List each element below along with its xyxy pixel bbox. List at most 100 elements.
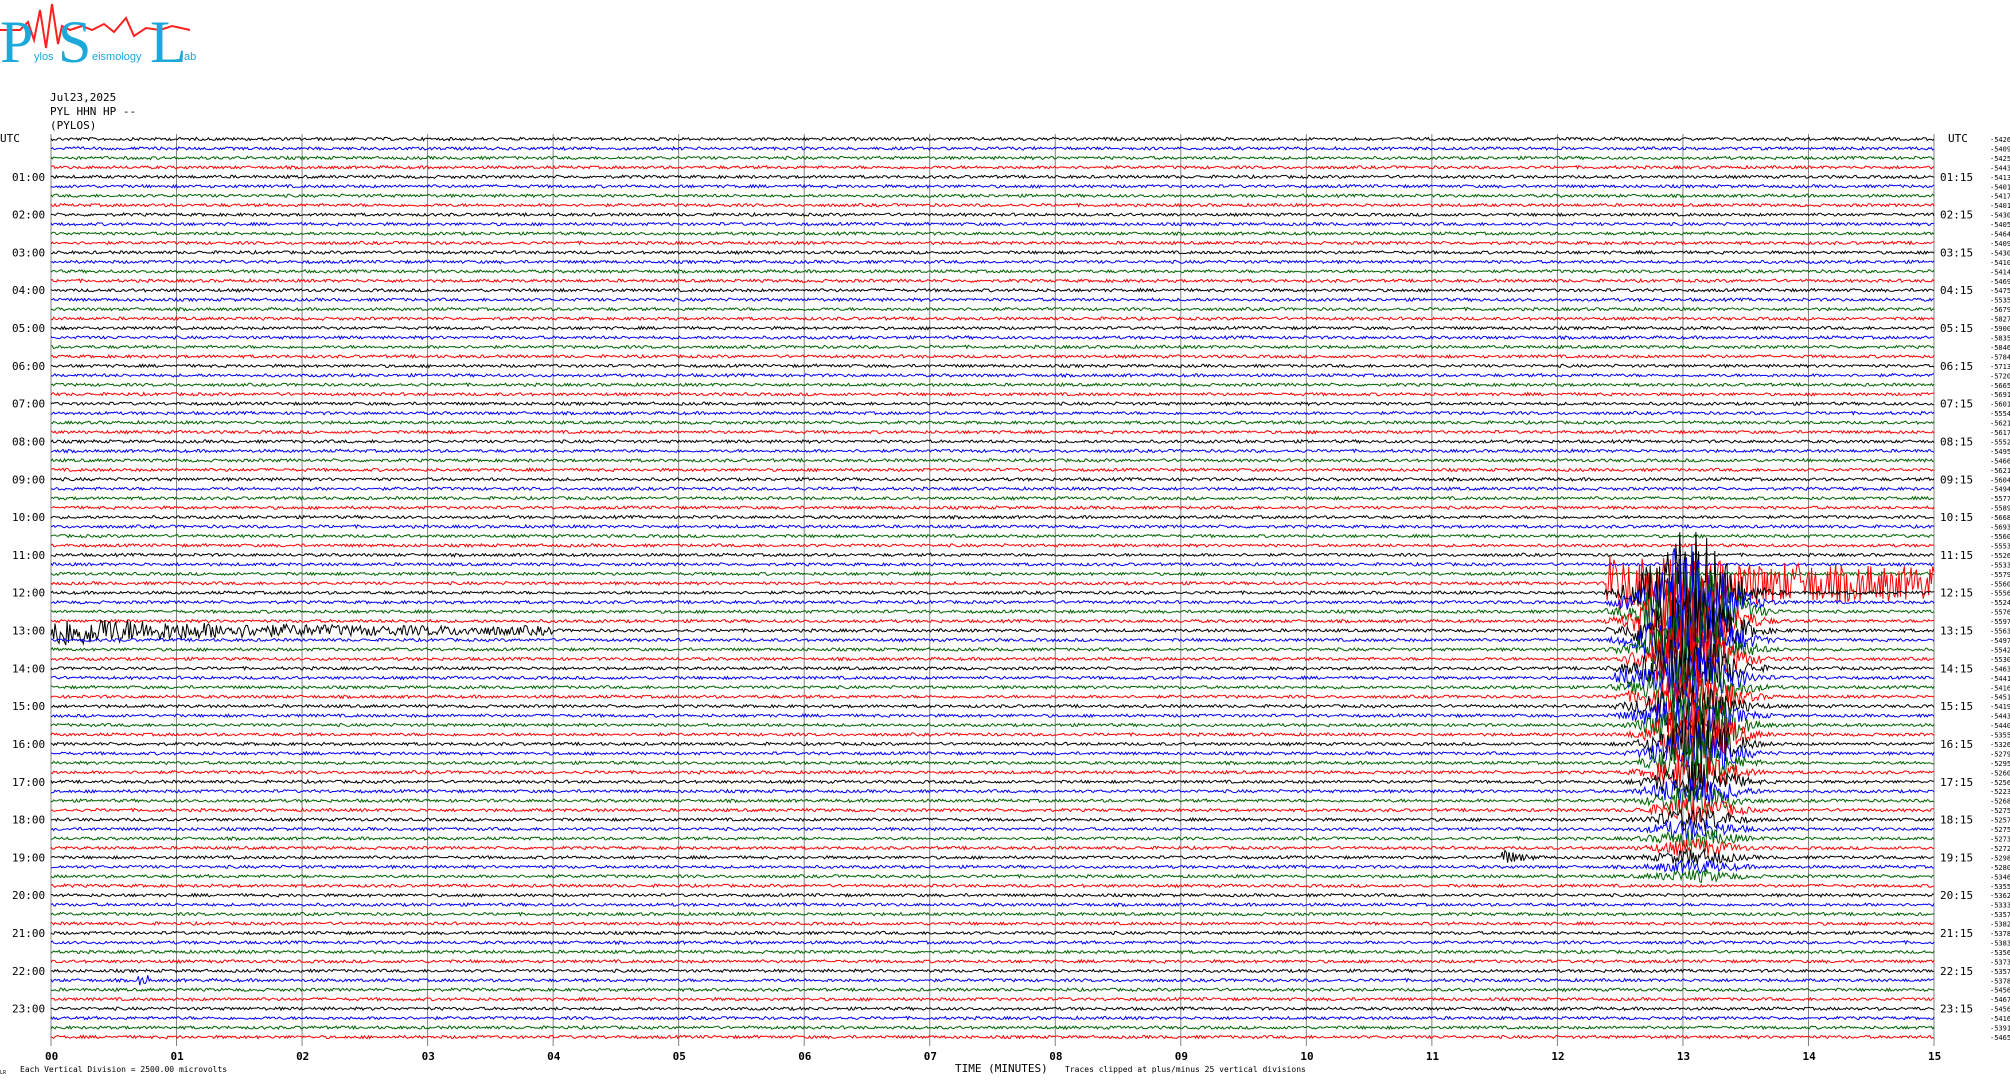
trace-79	[50, 883, 1935, 889]
trace-6	[50, 193, 1935, 199]
trace-80	[50, 892, 1935, 898]
left-time-label: 23:00	[12, 1003, 45, 1016]
trace-32	[50, 438, 1935, 445]
trace-95	[50, 1034, 1935, 1040]
trace-41	[50, 523, 1935, 530]
left-time-label: 13:00	[12, 625, 45, 638]
trace-offset-label: -5846	[1990, 344, 2010, 352]
helicorder-plot: UTC UTC 01:00 02:00 03:00 04:00 05:00 06:00 07:0…	[0, 132, 2010, 1076]
trace-77	[51, 858, 1935, 875]
right-utc-label: UTC	[1948, 132, 1968, 145]
trace-offset-label: -5272	[1990, 845, 2010, 853]
x-tick-label: 04	[547, 1050, 561, 1063]
trace-offset-label: -5451	[1990, 694, 2010, 702]
trace-offset-label: -5835	[1990, 335, 2010, 343]
trace-offset-label: -5530	[1990, 656, 2010, 664]
trace-offset-label: -5443	[1990, 713, 2010, 721]
trace-67	[50, 751, 1935, 793]
trace-24	[50, 363, 1935, 369]
left-time-label: 18:00	[12, 814, 45, 827]
trace-offset-label: -5466	[1990, 457, 2010, 465]
trace-23	[50, 353, 1935, 360]
right-time-label: 05:15	[1940, 322, 1973, 335]
right-time-label: 14:15	[1940, 662, 1973, 675]
trace-offset-label: -5495	[1990, 448, 2010, 456]
left-utc-label: UTC	[0, 132, 20, 145]
trace-offset-label: -5475	[1990, 287, 2010, 295]
right-time-label: 11:15	[1940, 549, 1973, 562]
right-time-label: 03:15	[1940, 246, 1973, 259]
x-tick-label: 05	[673, 1050, 686, 1063]
trace-offset-label: -5560	[1990, 533, 2010, 541]
right-time-label: 15:15	[1940, 700, 1973, 713]
trace-offset-label: -5713	[1990, 363, 2010, 371]
trace-offset-label: -5589	[1990, 505, 2010, 513]
trace-5	[50, 183, 1935, 189]
trace-offset-label: -5464	[1990, 231, 2010, 239]
trace-35	[50, 467, 1935, 473]
trace-36	[50, 476, 1935, 482]
trace-offset-label: -5467	[1990, 996, 2010, 1004]
x-tick-label: 07	[924, 1050, 937, 1063]
trace-offset-label: -5621	[1990, 467, 2010, 475]
x-tick-label: 12	[1551, 1050, 1564, 1063]
trace-2	[50, 155, 1935, 161]
x-tick-label: 01	[171, 1050, 185, 1063]
trace-39	[50, 505, 1935, 511]
trace-offset-label: -5691	[1990, 391, 2010, 399]
trace-13	[50, 259, 1935, 265]
trace-offset-label: -5414	[1990, 268, 2010, 276]
right-time-label: 23:15	[1940, 1003, 1973, 1016]
trace-85	[50, 939, 1935, 946]
right-time-label: 06:15	[1940, 360, 1973, 373]
trace-9	[50, 221, 1935, 227]
trace-offset-label: -5560	[1990, 580, 2010, 588]
trace-offset-label: -5357	[1990, 911, 2010, 919]
trace-offset-label: -5577	[1990, 495, 2010, 503]
trace-offset-label: -5326	[1990, 741, 2010, 749]
right-time-label: 08:15	[1940, 435, 1973, 448]
x-axis-title: TIME (MINUTES)	[955, 1062, 1048, 1075]
trace-3	[50, 164, 1935, 171]
x-tick-label: 14	[1802, 1050, 1816, 1063]
trace-offset-label: -5279	[1990, 750, 2010, 758]
trace-offset-label: -5597	[1990, 618, 2010, 626]
x-tick-label: 11	[1426, 1050, 1440, 1063]
right-time-label: 12:15	[1940, 587, 1973, 600]
trace-offset-label: -5440	[1990, 722, 2010, 730]
trace-87	[50, 958, 1935, 965]
left-time-label: 04:00	[12, 284, 45, 297]
right-time-label: 18:15	[1940, 814, 1973, 827]
trace-offset-label: -5383	[1990, 939, 2010, 947]
trace-offset-label: -5456	[1990, 987, 2010, 995]
x-tick-label: 02	[296, 1050, 309, 1063]
trace-29	[50, 410, 1935, 416]
trace-offset-label: -5413	[1990, 174, 2010, 182]
trace-15	[50, 277, 1935, 284]
trace-offset-label: -5430	[1990, 249, 2010, 257]
trace-offset-label: -5463	[1990, 665, 2010, 673]
left-time-label: 22:00	[12, 965, 45, 978]
right-time-label: 10:15	[1940, 511, 1973, 524]
left-time-label: 20:00	[12, 889, 45, 902]
trace-offset-label: -5409	[1990, 145, 2010, 153]
right-time-label: 04:15	[1940, 284, 1973, 297]
trace-offset-label: -5280	[1990, 864, 2010, 872]
trace-offset-label: -5256	[1990, 779, 2010, 787]
trace-33	[50, 448, 1935, 454]
left-time-label: 01:00	[12, 171, 45, 184]
trace-11	[50, 240, 1935, 246]
left-time-label: 08:00	[12, 435, 45, 448]
trace-89	[50, 975, 1935, 986]
trace-offset-label: -5416	[1990, 1015, 2010, 1023]
trace-offset-label: -5273	[1990, 835, 2010, 843]
left-time-label: 06:00	[12, 360, 45, 373]
trace-offset-label: -5401	[1990, 202, 2010, 210]
left-time-label: 21:00	[12, 927, 45, 940]
trace-17	[50, 297, 1935, 303]
trace-offset-label: -5298	[1990, 854, 2010, 862]
trace-offset-label: -5621	[1990, 420, 2010, 428]
trace-94	[50, 1024, 1935, 1031]
trace-offset-label: -5465	[1990, 1034, 2010, 1042]
trace-28	[50, 401, 1935, 407]
